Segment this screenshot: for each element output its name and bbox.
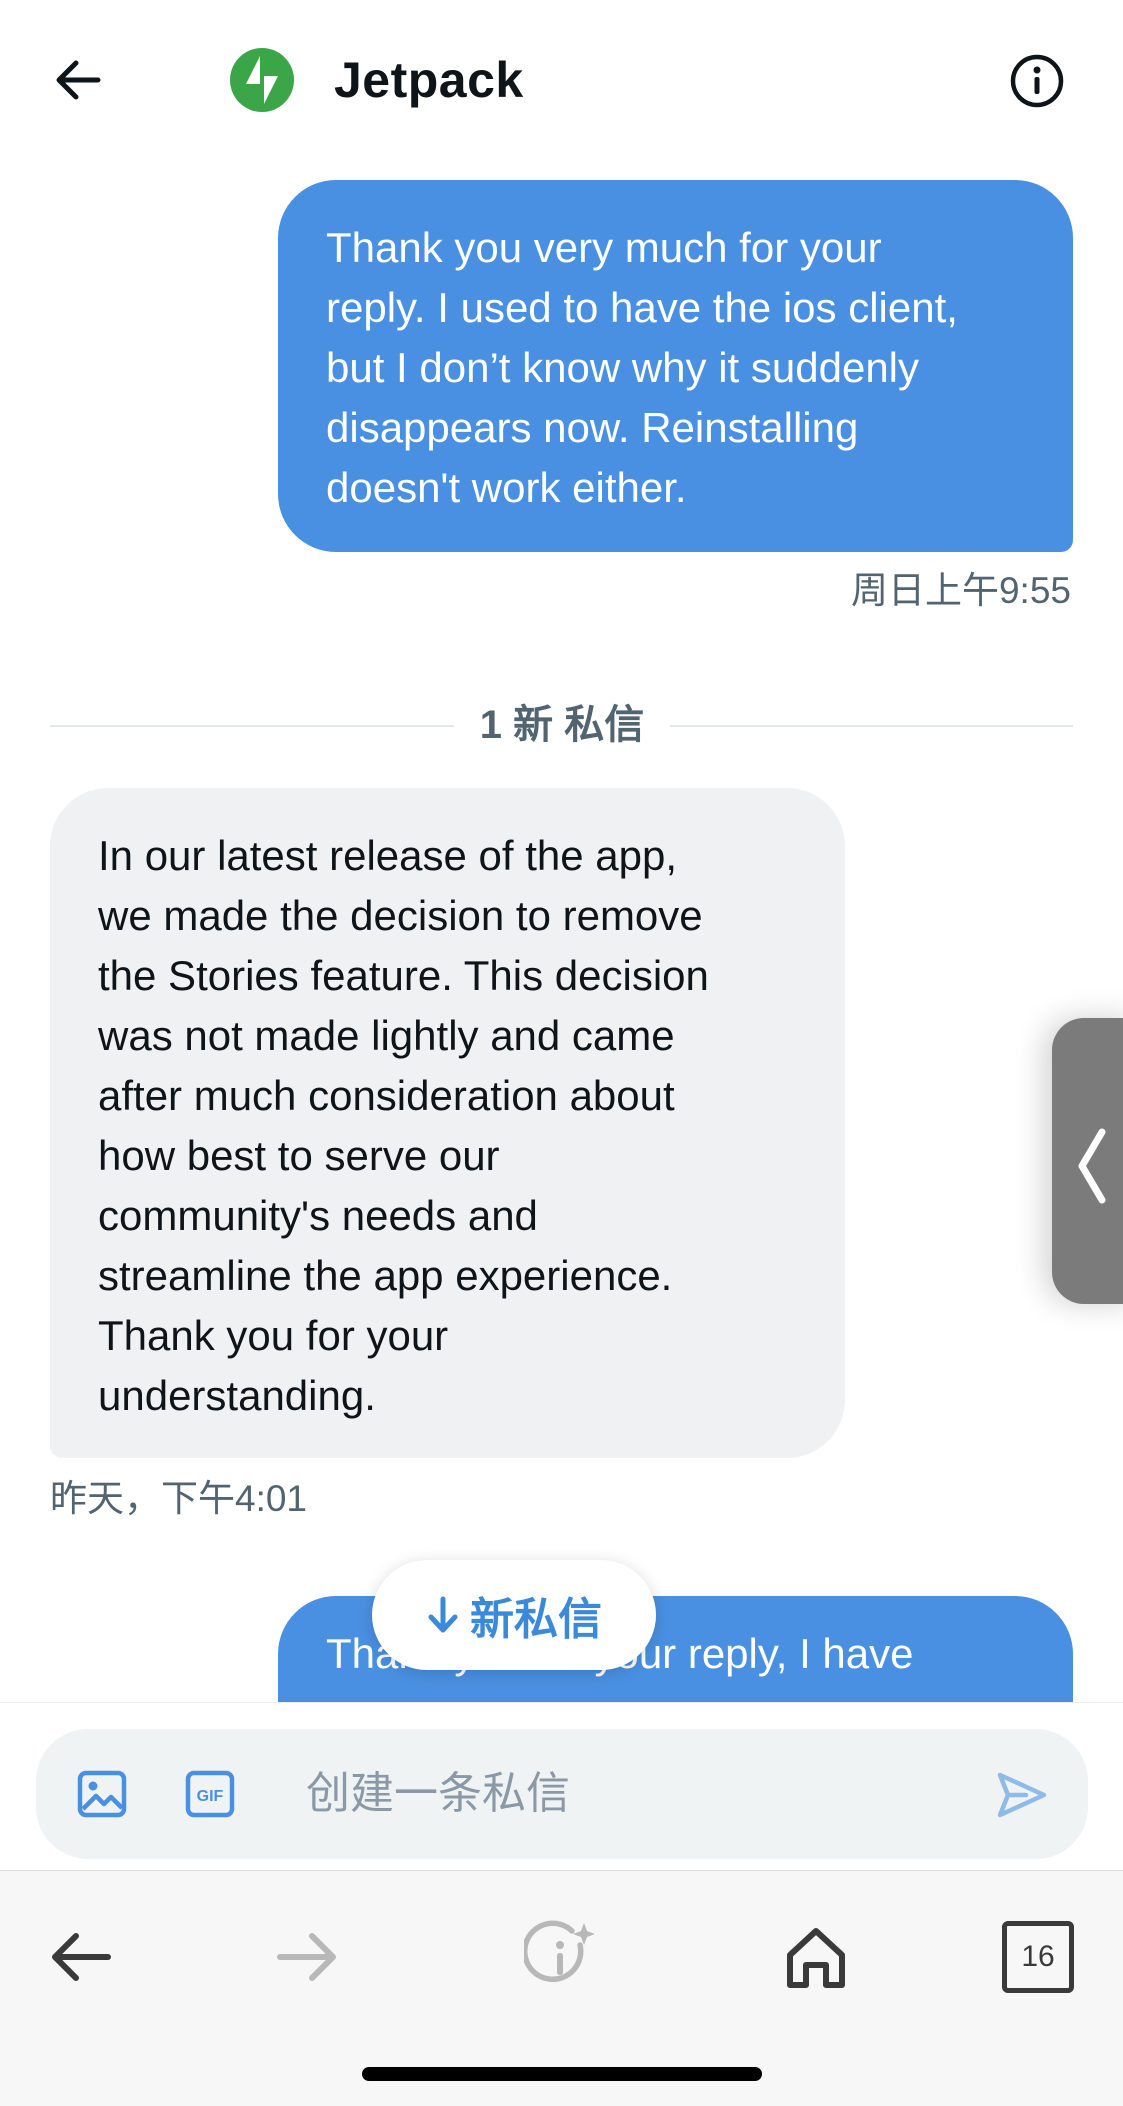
chevron-left-icon	[1078, 1128, 1106, 1204]
message-bubble-incoming[interactable]: In our latest release of the app, we mad…	[50, 788, 845, 1458]
jetpack-logo-avatar[interactable]	[230, 48, 294, 112]
message-line: how best to serve our	[98, 1132, 500, 1179]
message-line: but I don’t know why it suddenly	[326, 344, 920, 391]
message-line: Thank you very much for your	[326, 224, 882, 271]
back-arrow-icon[interactable]	[48, 50, 108, 110]
browser-forward-icon[interactable]	[268, 1919, 344, 1995]
chat-header: Jetpack	[0, 0, 1123, 150]
message-line: the Stories feature. This decision	[98, 952, 709, 999]
send-icon[interactable]	[994, 1767, 1050, 1823]
browser-toolbar: 16	[0, 1870, 1123, 2106]
message-line: Thank you for your	[98, 1312, 449, 1359]
divider-line	[50, 725, 454, 727]
tab-switcher-button[interactable]: 16	[1002, 1921, 1074, 1993]
new-messages-label: 新私信	[470, 1595, 602, 1644]
message-line: we made the decision to remove	[98, 892, 703, 939]
message-line: reply. I used to have the ios client,	[326, 284, 958, 331]
message-line: doesn't work either.	[326, 464, 687, 511]
divider-line	[670, 725, 1073, 727]
message-line: after much consideration about	[98, 1072, 675, 1119]
page-info-sparkle-icon[interactable]	[521, 1919, 600, 1995]
composer-area: GIF	[0, 1702, 1123, 1870]
message-line: disappears now. Reinstalling	[326, 404, 859, 451]
message-timestamp: 周日上午9:55	[850, 570, 1071, 611]
svg-text:GIF: GIF	[197, 1788, 224, 1805]
message-line: was not made lightly and came	[98, 1012, 675, 1059]
message-line: understanding.	[98, 1372, 376, 1419]
message-composer: GIF	[36, 1729, 1088, 1859]
message-timestamp: 昨天，下午4:01	[50, 1478, 308, 1519]
conversation-title[interactable]: Jetpack	[334, 50, 524, 110]
arrow-down-icon	[428, 1596, 458, 1633]
message-bubble-outgoing[interactable]: Thank you very much for your reply. I us…	[278, 180, 1073, 552]
new-messages-button[interactable]: 新私信	[372, 1560, 656, 1670]
gif-icon[interactable]: GIF	[184, 1768, 236, 1820]
message-line: In our latest release of the app,	[98, 832, 678, 879]
info-icon[interactable]	[1006, 50, 1068, 112]
message-input[interactable]	[306, 1759, 996, 1829]
new-messages-divider: 1 新 私信	[479, 703, 645, 747]
image-icon[interactable]	[76, 1768, 128, 1820]
message-line: community's needs and	[98, 1192, 538, 1239]
side-panel-handle[interactable]	[1052, 1018, 1123, 1304]
message-line: streamline the app experience.	[98, 1252, 673, 1299]
home-indicator	[362, 2067, 762, 2081]
home-icon[interactable]	[778, 1919, 854, 1995]
browser-back-icon[interactable]	[44, 1919, 120, 1995]
